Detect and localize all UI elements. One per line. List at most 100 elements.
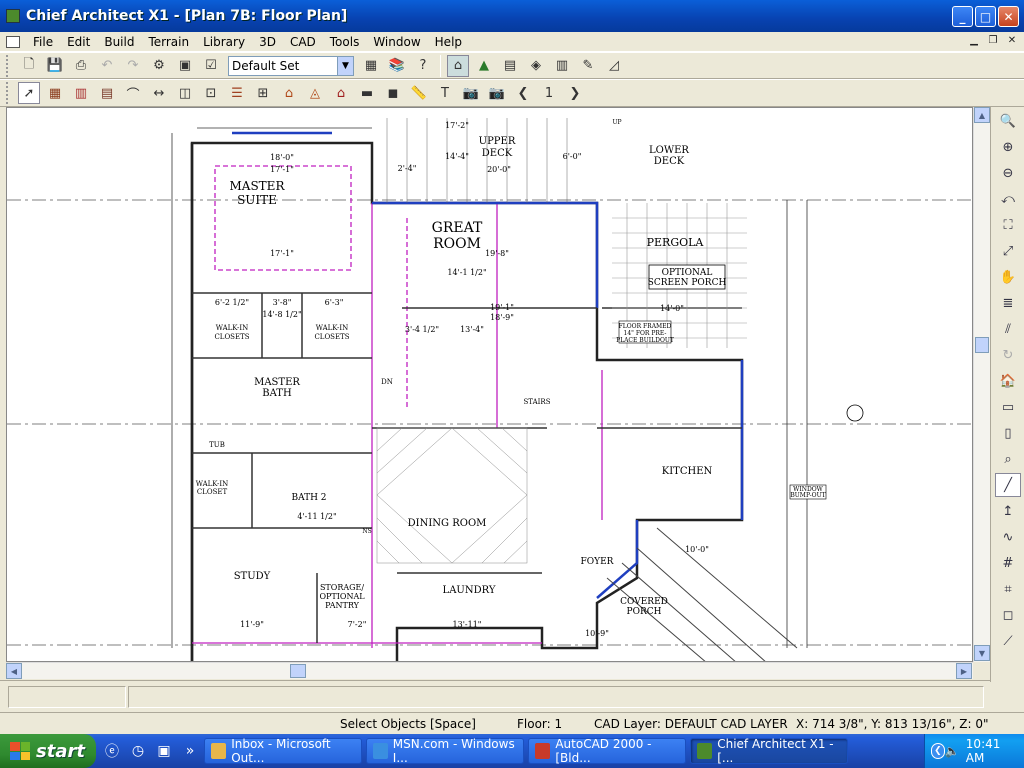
roof-plane-icon[interactable]: ◬ bbox=[304, 82, 326, 104]
edit-points-icon[interactable]: ◻ bbox=[995, 603, 1021, 627]
mdi-minimize-icon[interactable]: ▁ bbox=[966, 34, 982, 48]
zoom-window-icon[interactable]: 🔍 bbox=[995, 109, 1021, 133]
close-button[interactable]: ✕ bbox=[998, 6, 1019, 27]
zoom-out-icon[interactable]: ⊖ bbox=[995, 161, 1021, 185]
find-icon[interactable]: ⌕ bbox=[995, 447, 1021, 471]
menu-cad[interactable]: CAD bbox=[283, 35, 323, 49]
app-icon[interactable] bbox=[6, 9, 20, 23]
house-icon[interactable]: ⌂ bbox=[330, 82, 352, 104]
task-inbox[interactable]: Inbox - Microsoft Out... bbox=[204, 737, 362, 765]
fill-window-icon[interactable]: ⛶ bbox=[995, 213, 1021, 237]
horizontal-scroll-thumb[interactable] bbox=[290, 664, 306, 678]
fill-building-icon[interactable]: ⤢ bbox=[995, 239, 1021, 263]
internet-explorer-icon[interactable]: ⓔ bbox=[102, 741, 122, 761]
menu-window[interactable]: Window bbox=[366, 35, 427, 49]
vertical-scroll-thumb[interactable] bbox=[975, 337, 989, 353]
tray-expand-icon[interactable]: ❮ bbox=[931, 743, 945, 759]
desktop-icon[interactable]: ▣ bbox=[154, 741, 174, 761]
menu-tools[interactable]: Tools bbox=[323, 35, 367, 49]
scroll-down-icon[interactable]: ▼ bbox=[974, 645, 990, 661]
wall-layer-icon[interactable]: ▭ bbox=[995, 395, 1021, 419]
help-icon[interactable]: ? bbox=[412, 55, 434, 77]
arc-tool-icon[interactable]: ⌒ bbox=[122, 82, 144, 104]
vertical-scrollbar[interactable]: ▲ ▼ bbox=[973, 107, 990, 662]
diagonal-icon[interactable]: ⟋ bbox=[995, 629, 1021, 653]
building-icon[interactable]: 🏠 bbox=[995, 369, 1021, 393]
scroll-left-icon[interactable]: ◀ bbox=[6, 663, 22, 679]
shape-tool-icon[interactable]: ◼ bbox=[382, 82, 404, 104]
chevron-down-icon[interactable]: ▼ bbox=[337, 56, 353, 75]
fixture-tool-icon[interactable]: ⊡ bbox=[200, 82, 222, 104]
menu-library[interactable]: Library bbox=[196, 35, 252, 49]
elevation-view-icon[interactable]: ▤ bbox=[499, 55, 521, 77]
menu-3d[interactable]: 3D bbox=[252, 35, 283, 49]
roof-tool-icon[interactable]: ⌂ bbox=[278, 82, 300, 104]
text-tool-icon[interactable]: T bbox=[434, 82, 456, 104]
edit-area-icon[interactable]: ✎ bbox=[577, 55, 599, 77]
menu-file[interactable]: File bbox=[26, 35, 60, 49]
refresh-icon[interactable]: ↻ bbox=[995, 343, 1021, 367]
document-icon[interactable] bbox=[6, 35, 20, 48]
stairs-icon[interactable]: ⫽ bbox=[995, 317, 1021, 341]
minimize-button[interactable]: _ bbox=[952, 6, 973, 27]
full-camera-icon[interactable]: 📷 bbox=[486, 82, 508, 104]
grid-icon[interactable]: # bbox=[995, 551, 1021, 575]
maximize-button[interactable]: □ bbox=[975, 6, 996, 27]
page-icon[interactable]: ▯ bbox=[995, 421, 1021, 445]
toolbar-grip[interactable] bbox=[6, 54, 10, 77]
undo-zoom-icon[interactable]: ⤺ bbox=[995, 187, 1021, 211]
menu-help[interactable]: Help bbox=[428, 35, 469, 49]
toolbar-grip[interactable] bbox=[6, 82, 10, 104]
more-quicklaunch-icon[interactable]: » bbox=[180, 741, 200, 761]
menu-edit[interactable]: Edit bbox=[60, 35, 97, 49]
mdi-restore-icon[interactable]: ❐ bbox=[985, 34, 1001, 48]
undo-icon[interactable]: ↶ bbox=[96, 55, 118, 77]
menu-terrain[interactable]: Terrain bbox=[141, 35, 196, 49]
plan-check-icon[interactable]: ▣ bbox=[174, 55, 196, 77]
window-titlebar[interactable]: Chief Architect X1 - [Plan 7B: Floor Pla… bbox=[0, 0, 1024, 32]
task-autocad[interactable]: AutoCAD 2000 - [Bld... bbox=[528, 737, 686, 765]
task-msn[interactable]: MSN.com - Windows I... bbox=[366, 737, 524, 765]
redo-icon[interactable]: ↷ bbox=[122, 55, 144, 77]
save-icon[interactable]: 💾 bbox=[44, 55, 66, 77]
preferences-icon[interactable]: ⚙ bbox=[148, 55, 170, 77]
door-tool-icon[interactable]: ▤ bbox=[96, 82, 118, 104]
scroll-up-icon[interactable]: ▲ bbox=[974, 107, 990, 123]
previous-arrow-icon[interactable]: ❮ bbox=[512, 82, 534, 104]
render-icon[interactable]: ◈ bbox=[525, 55, 547, 77]
terrain-view-icon[interactable]: ▲ bbox=[473, 55, 495, 77]
slab-tool-icon[interactable]: ▬ bbox=[356, 82, 378, 104]
arrow-tool-icon[interactable]: ↥ bbox=[995, 499, 1021, 523]
horizontal-scrollbar[interactable]: ◀ ▶ bbox=[6, 662, 973, 679]
line-tool-icon[interactable]: ╱ bbox=[995, 473, 1021, 497]
curve-tool-icon[interactable]: ∿ bbox=[995, 525, 1021, 549]
start-button[interactable]: start bbox=[0, 734, 96, 768]
outlook-icon[interactable]: ◷ bbox=[128, 741, 148, 761]
print-icon[interactable]: ⎙ bbox=[70, 55, 92, 77]
mdi-close-icon[interactable]: ✕ bbox=[1004, 34, 1020, 48]
wall-tool-icon[interactable]: ▦ bbox=[44, 82, 66, 104]
ruler-icon[interactable]: 📏 bbox=[408, 82, 430, 104]
new-file-icon[interactable]: 🗋 bbox=[18, 55, 40, 77]
layer-set-select[interactable]: Default Set ▼ bbox=[228, 55, 354, 76]
task-chief-architect[interactable]: Chief Architect X1 - [... bbox=[690, 737, 848, 765]
window-tool-icon[interactable]: ◫ bbox=[174, 82, 196, 104]
layers-icon[interactable]: ≣ bbox=[995, 291, 1021, 315]
zoom-in-icon[interactable]: ⊕ bbox=[995, 135, 1021, 159]
floor-number-icon[interactable]: 1 bbox=[538, 82, 560, 104]
snap-icon[interactable]: ⌗ bbox=[995, 577, 1021, 601]
layer-display-icon[interactable]: ▦ bbox=[360, 55, 382, 77]
scroll-right-icon[interactable]: ▶ bbox=[956, 663, 972, 679]
select-arrow-icon[interactable]: ➚ bbox=[18, 82, 40, 104]
pan-hand-icon[interactable]: ✋ bbox=[995, 265, 1021, 289]
drawing-canvas[interactable]: MASTER SUITE GREAT ROOM UPPER DECK LOWER… bbox=[6, 107, 973, 662]
stairs-tool-icon[interactable]: ☰ bbox=[226, 82, 248, 104]
layout-icon[interactable]: ▥ bbox=[551, 55, 573, 77]
clock[interactable]: 10:41 AM bbox=[966, 737, 1014, 765]
angle-tool-icon[interactable]: ◿ bbox=[603, 55, 625, 77]
volume-icon[interactable]: 🔈 bbox=[945, 744, 960, 758]
electrical-tool-icon[interactable]: ⊞ bbox=[252, 82, 274, 104]
next-arrow-icon[interactable]: ❯ bbox=[564, 82, 586, 104]
camera-icon[interactable]: 📷 bbox=[460, 82, 482, 104]
floor-plan-view-icon[interactable]: ⌂ bbox=[447, 54, 469, 77]
